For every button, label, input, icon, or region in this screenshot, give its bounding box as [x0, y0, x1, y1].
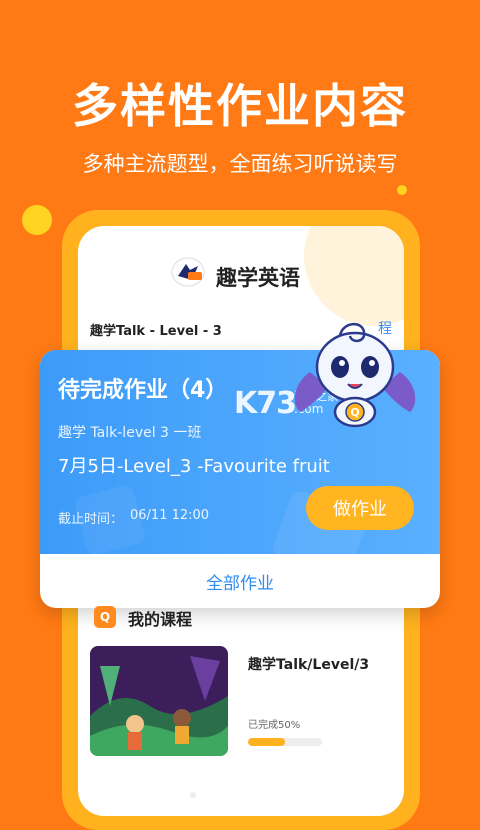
all-homework-link[interactable]: 全部作业	[40, 554, 440, 608]
watermark-brand: K73	[234, 386, 297, 421]
class-label: 趣学Talk - Level - 3	[90, 324, 222, 339]
do-homework-button[interactable]: 做作业	[306, 486, 414, 530]
app-name: 趣学英语	[216, 266, 300, 290]
decorative-dot	[22, 205, 52, 235]
app-logo-icon	[171, 257, 205, 287]
course-name[interactable]: 趣学Talk/Level/3	[248, 654, 369, 674]
homework-class: 趣学 Talk-level 3 一班	[58, 425, 202, 441]
svg-text:Q: Q	[350, 406, 359, 419]
promo-title: 多样性作业内容	[72, 79, 408, 133]
deadline-label: 截止时间：	[58, 512, 124, 527]
course-progress-fill	[248, 738, 285, 746]
decorative-dot-small	[397, 185, 407, 195]
mascot-icon: Q	[294, 323, 416, 428]
promo-subtitle: 多种主流题型，全面练习听说读写	[82, 152, 398, 176]
course-header-icon: Q	[94, 606, 116, 628]
course-illustration-icon	[90, 646, 228, 756]
decorative-dot-bottom	[190, 792, 196, 798]
homework-task[interactable]: 7月5日-Level_3 -Favourite fruit	[58, 452, 330, 478]
my-courses-header: 我的课程	[128, 610, 193, 629]
course-thumbnail[interactable]	[90, 646, 228, 756]
course-progress-label: 已完成50%	[248, 720, 301, 731]
deadline-value: 06/11 12:00	[130, 508, 210, 523]
course-progress-bar	[248, 738, 322, 746]
screen-decoration	[304, 226, 404, 326]
homework-title: 待完成作业（4）	[58, 378, 228, 403]
